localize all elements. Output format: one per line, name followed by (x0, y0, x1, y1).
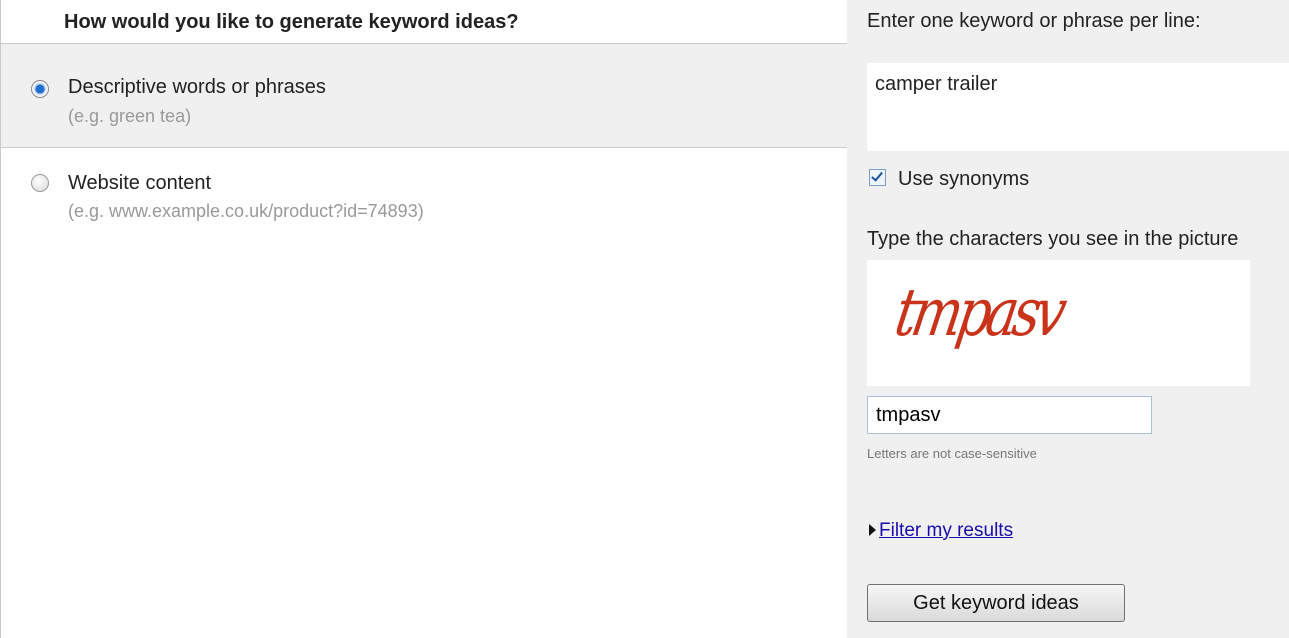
use-synonyms-label[interactable]: Use synonyms (898, 168, 1029, 190)
option-hint: (e.g. www.example.co.uk/product?id=74893… (68, 201, 424, 221)
option-website-content[interactable]: Website content (e.g. www.example.co.uk/… (1, 148, 847, 638)
option-label[interactable]: Website content (68, 172, 211, 195)
use-synonyms-checkbox[interactable]: Use synonyms (869, 168, 1029, 191)
option-label[interactable]: Descriptive words or phrases (68, 76, 326, 99)
option-descriptive-words[interactable]: Descriptive words or phrases (e.g. green… (1, 44, 847, 148)
expand-triangle-icon[interactable] (869, 524, 876, 536)
get-keyword-ideas-button[interactable]: Get keyword ideas (867, 584, 1125, 622)
method-heading: How would you like to generate keyword i… (1, 0, 847, 44)
keyword-prompt: Enter one keyword or phrase per line: (867, 10, 1201, 32)
captcha-image-text: tmpasv (889, 274, 1068, 351)
keyword-input-panel: Enter one keyword or phrase per line: ca… (847, 0, 1289, 638)
keyword-method-panel: How would you like to generate keyword i… (0, 0, 847, 638)
radio-descriptive-words[interactable] (31, 80, 49, 98)
captcha-image: tmpasv (867, 260, 1250, 386)
captcha-prompt: Type the characters you see in the pictu… (867, 228, 1239, 250)
filter-my-results-link[interactable]: Filter my results (879, 520, 1013, 541)
case-hint: Letters are not case-sensitive (867, 446, 1037, 461)
option-hint: (e.g. green tea) (68, 106, 192, 126)
checkbox-checked-icon[interactable] (869, 169, 886, 186)
captcha-input[interactable] (867, 396, 1152, 434)
filter-toggle[interactable]: Filter my results (869, 520, 1013, 542)
radio-website-content[interactable] (31, 174, 49, 192)
keywords-textarea[interactable]: camper trailer (867, 63, 1289, 151)
